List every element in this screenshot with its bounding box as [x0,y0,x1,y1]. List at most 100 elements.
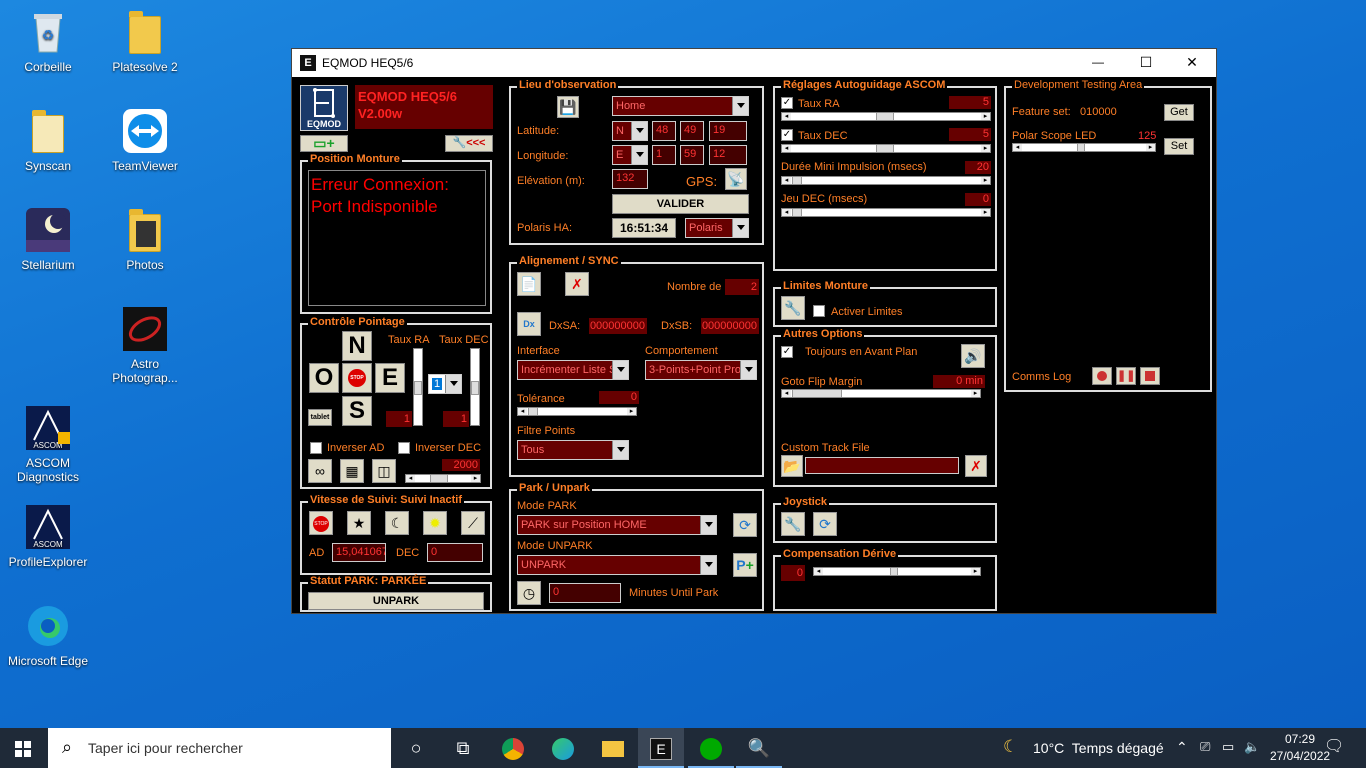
lat-min-input[interactable]: 49 [680,121,704,141]
lon-deg-input[interactable]: 1 [652,145,676,165]
notification-icon[interactable]: 🗨 [1324,736,1344,756]
park-add-button[interactable]: P+ [733,553,757,577]
lat-sec-input[interactable]: 19 [709,121,747,141]
maximize-button[interactable]: ☐ [1126,54,1166,71]
search-box[interactable]: ⌕ Taper ici pour rechercher [48,728,391,768]
taskbar-explorer[interactable] [590,728,636,768]
speed-slider[interactable]: ◂ ▸ [405,474,481,483]
jeu-slider[interactable]: ◂ ▸ [781,208,991,217]
align-clear-button[interactable]: ✗ [565,272,589,296]
desktop-icon-astrophoto[interactable]: Astro Photograp... [102,305,188,385]
guide-ra-slider[interactable]: ◂ ▸ [781,112,991,121]
cortana-button[interactable]: ○ [393,728,439,768]
south-button[interactable]: S [342,396,372,426]
polaris-select[interactable]: Polaris [685,218,749,238]
desktop-icon-edge[interactable]: Microsoft Edge [5,602,91,668]
lat-dir-select[interactable]: N [612,121,648,141]
timer-button[interactable]: ◷ [517,581,541,605]
tracking-stop-button[interactable]: STOP [309,511,333,535]
rate-select[interactable]: 1 [428,374,462,394]
gps-button[interactable]: 📡 [725,168,747,190]
set-button[interactable]: Set [1164,138,1194,155]
east-button[interactable]: E [375,363,405,393]
get-button[interactable]: Get [1164,104,1194,121]
comportement-select[interactable]: 3-Points+Point Proc [645,360,757,380]
desktop-icon-synscan[interactable]: Synscan [5,107,91,173]
flip-slider[interactable]: ◂ ▸ [781,389,981,398]
task-view-button[interactable]: ⧉ [440,728,486,768]
monitor-add-button[interactable]: ▭+ [300,135,348,152]
inverser-ad-checkbox[interactable] [310,442,322,454]
ad-rate-input[interactable]: 15,041067 [332,543,386,562]
grid-button[interactable]: ▦ [340,459,364,483]
taux-ra-checkbox[interactable]: ✓ [781,97,793,109]
clear-track-file-button[interactable]: ✗ [965,455,987,477]
open-track-file-button[interactable]: 📂 [781,455,803,477]
duree-slider[interactable]: ◂ ▸ [781,176,991,185]
dec-rate-slider[interactable] [470,348,480,426]
lon-min-input[interactable]: 59 [680,145,704,165]
lat-deg-input[interactable]: 48 [652,121,676,141]
weather-text[interactable]: 10°C Temps dégagé [1033,740,1164,756]
guide-dec-slider[interactable]: ◂ ▸ [781,144,991,153]
taskbar-chrome[interactable] [490,728,536,768]
inverser-dec-checkbox[interactable] [398,442,410,454]
taux-dec-checkbox[interactable]: ✓ [781,129,793,141]
stop-button[interactable]: STOP [342,363,372,393]
north-button[interactable]: N [342,331,372,361]
tolerance-slider[interactable]: ◂ ▸ [517,407,637,416]
lunar-button[interactable]: ☾ [385,511,409,535]
activer-limites-checkbox[interactable] [813,305,825,317]
sound-button[interactable]: 🔊 [961,344,985,368]
chevron-up-icon[interactable]: ⌃ [1176,739,1188,756]
custom-rate-button[interactable]: ⟋ [461,511,485,535]
west-button[interactable]: O [309,363,339,393]
taskbar-eqmod[interactable]: E [638,728,684,768]
toujours-checkbox[interactable]: ✓ [781,346,793,358]
desktop-icon-teamviewer[interactable]: TeamViewer [102,107,188,173]
dx-button[interactable]: Dx [517,312,541,336]
taskbar-edge[interactable] [540,728,586,768]
ra-rate-slider[interactable] [413,348,423,426]
desktop-icon-photos[interactable]: Photos [102,206,188,272]
limits-settings-button[interactable]: 🔧 [781,296,805,320]
binoculars-button[interactable]: ∞ [308,459,332,483]
lon-dir-select[interactable]: E [612,145,648,165]
comms-record-button[interactable] [1092,367,1112,385]
clock-date[interactable]: 27/04/2022 [1270,749,1330,763]
lon-sec-input[interactable]: 12 [709,145,747,165]
desktop-icon-platesolve[interactable]: Platesolve 2 [102,8,188,74]
elevation-input[interactable]: 132 [612,169,648,189]
network-icon[interactable]: ⎚ [1200,739,1210,755]
interface-select[interactable]: Incrémenter Liste S [517,360,629,380]
sidereal-button[interactable]: ★ [347,511,371,535]
desktop-icon-ascom-diagnostics[interactable]: ASCOM ASCOM Diagnostics [5,404,91,484]
unpark-button[interactable]: UNPARK [308,592,484,610]
track-file-input[interactable] [805,457,959,474]
site-select[interactable]: Home [612,96,749,116]
led-slider[interactable]: ◂ ▸ [1012,143,1156,152]
desktop-icon-stellarium[interactable]: Stellarium [5,206,91,272]
save-site-button[interactable]: 💾 [557,96,579,118]
desktop-icon-profileexplorer[interactable]: ASCOM ProfileExplorer [5,503,91,569]
joystick-refresh-button[interactable]: ⟳ [813,512,837,536]
valider-button[interactable]: VALIDER [612,194,749,214]
wrench-collapse-button[interactable]: 🔧<<< [445,135,493,152]
close-button[interactable]: ✕ [1172,54,1212,71]
filtre-select[interactable]: Tous [517,440,629,460]
start-button[interactable] [0,728,46,768]
comms-stop-button[interactable] [1140,367,1160,385]
mode-park-select[interactable]: PARK sur Position HOME [517,515,717,535]
dec-rate-input[interactable]: 0 [427,543,483,562]
mode-unpark-select[interactable]: UNPARK [517,555,717,575]
taskbar-app-green[interactable] [688,728,734,768]
drift-slider[interactable]: ◂ ▸ [813,567,981,576]
desktop-icon-corbeille[interactable]: ♻ Corbeille [5,8,91,74]
volume-icon[interactable]: 🔈 [1244,739,1260,755]
comms-pause-button[interactable]: ❚❚ [1116,367,1136,385]
clock-time[interactable]: 07:29 [1278,732,1322,746]
align-list-button[interactable]: 📄 [517,272,541,296]
spiral-button[interactable]: ◫ [372,459,396,483]
tablet-button[interactable]: tablet [308,409,332,426]
solar-button[interactable]: ✹ [423,511,447,535]
